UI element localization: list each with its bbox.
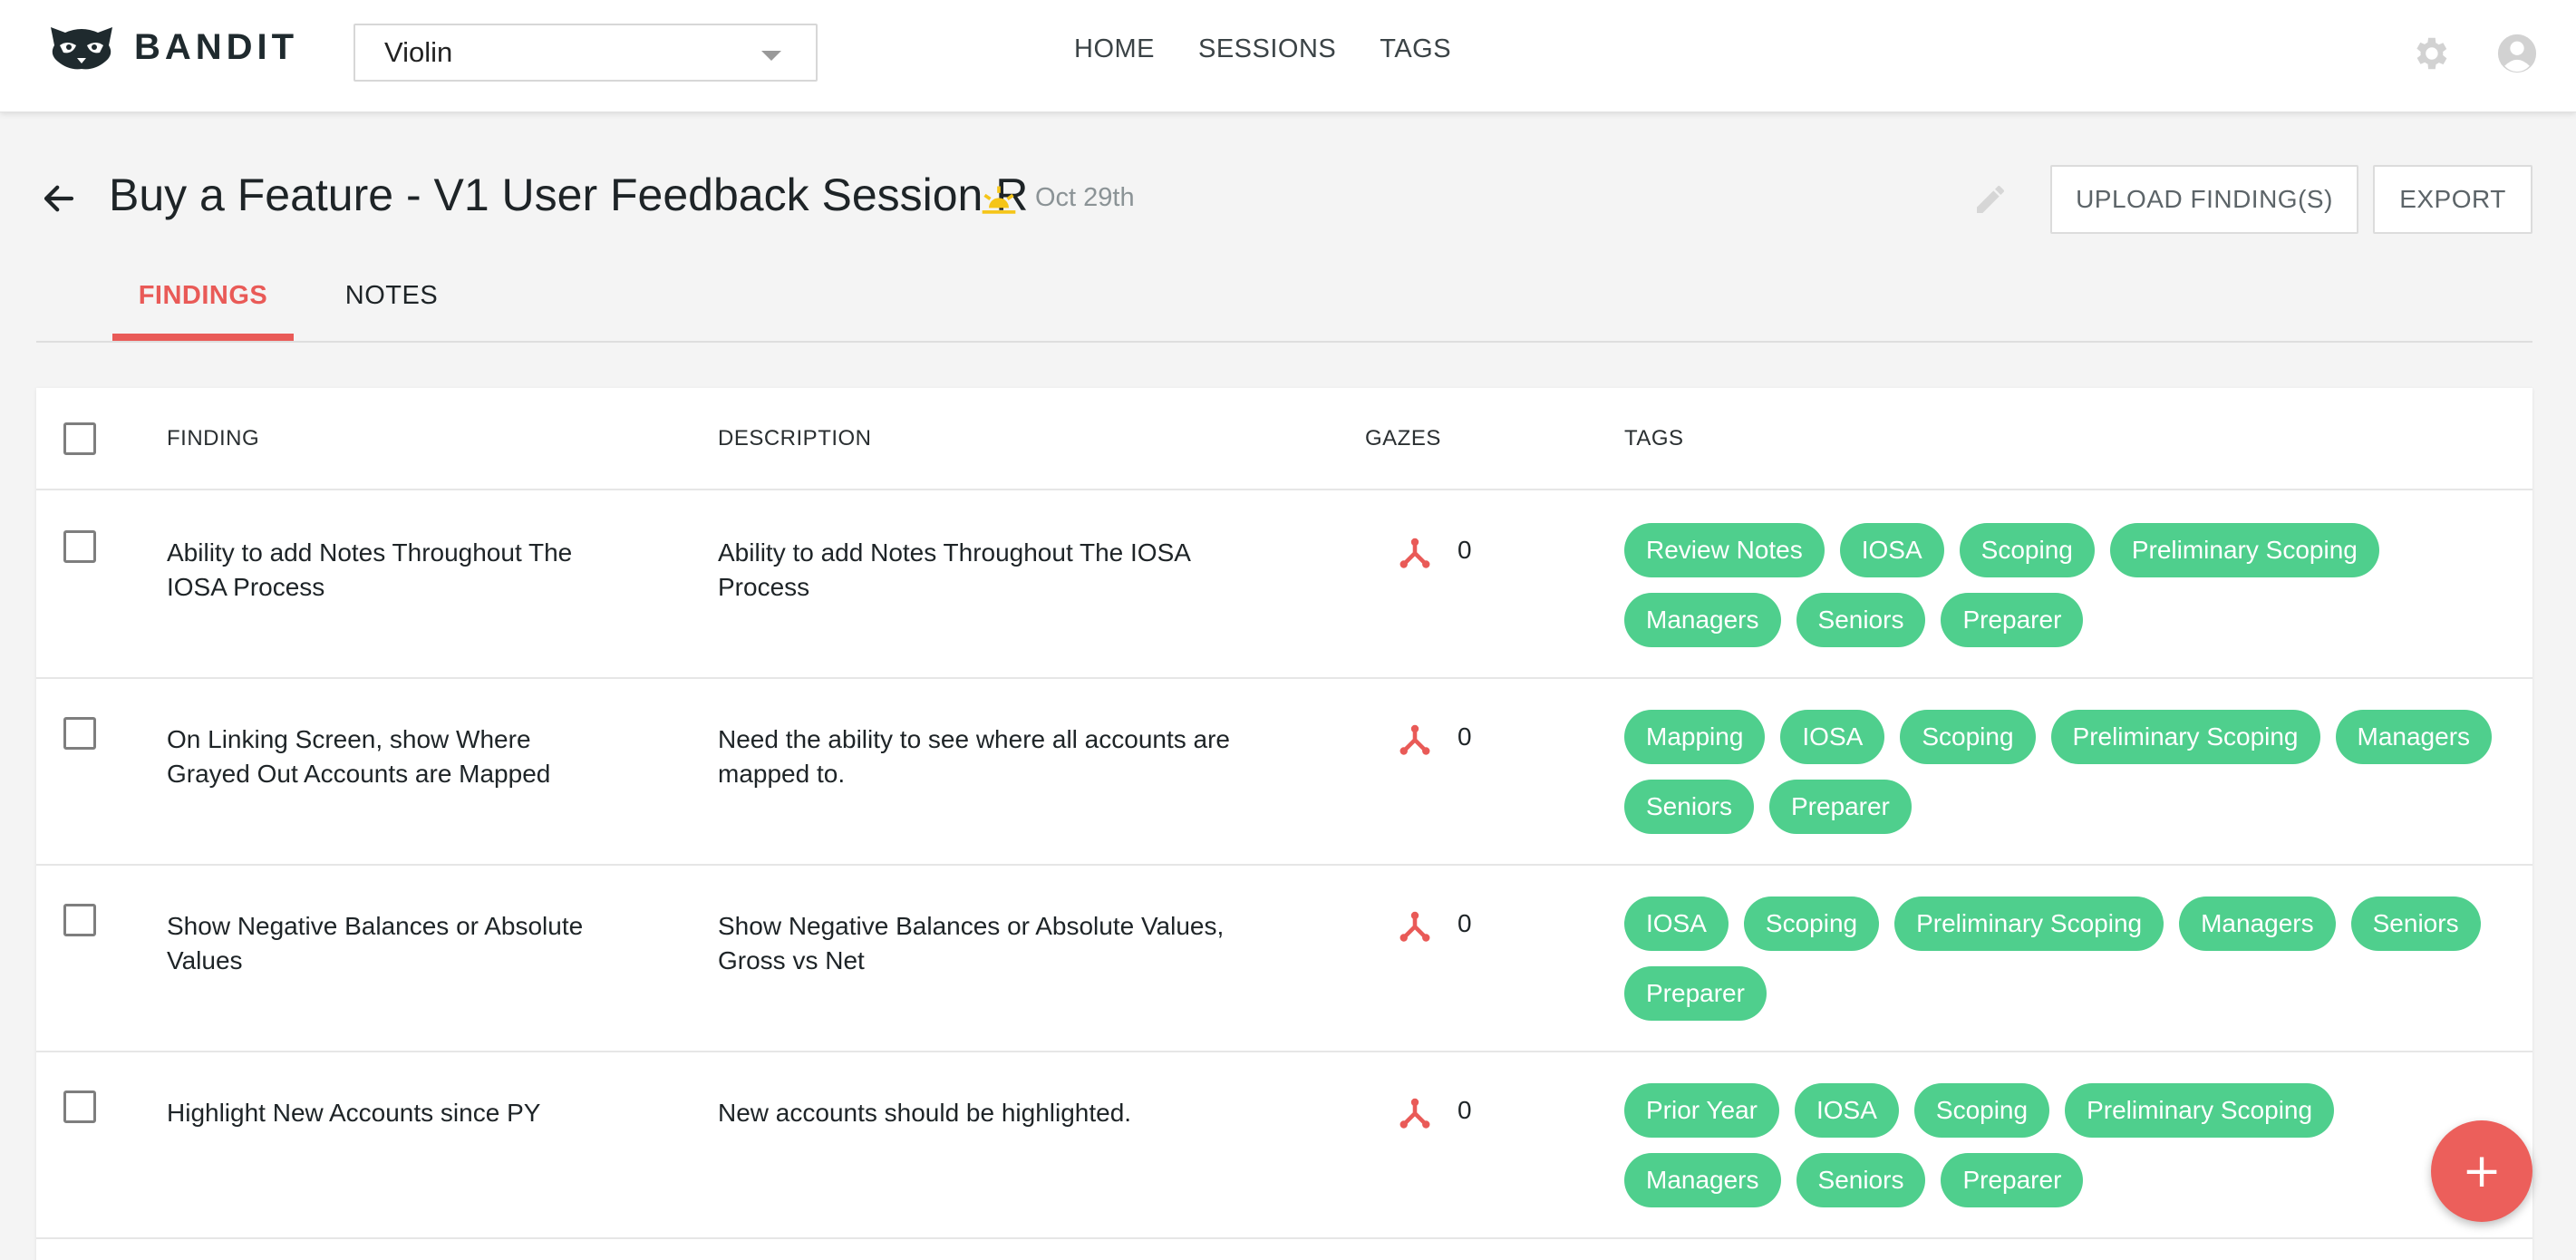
project-select[interactable]: Violin (353, 24, 818, 82)
tag-chip[interactable]: IOSA (1780, 710, 1885, 764)
tag-list: Prior Year IOSA Scoping Preliminary Scoping… (1624, 1083, 2494, 1207)
column-header-tags[interactable]: TAGS (1624, 426, 1684, 451)
top-navbar: BANDIT Violin HOME SESSIONS TAGS (0, 0, 2576, 112)
tag-chip[interactable]: Preparer (1768, 780, 1912, 834)
tag-chip[interactable]: Managers (1624, 593, 1781, 647)
chevron-down-icon (761, 51, 781, 61)
table-row[interactable]: Show Negative Balances or Absolute Value… (36, 866, 2532, 1052)
tab-findings[interactable]: FINDINGS (112, 272, 294, 341)
page-title: Buy a Feature - V1 User Feedback Session… (109, 170, 1029, 220)
gaze-icon (1399, 538, 1430, 568)
tab-notes[interactable]: NOTES (328, 272, 455, 341)
finding-title[interactable]: Show Negative Balances or Absolute Value… (167, 909, 593, 978)
logo-text: BANDIT (134, 26, 299, 67)
row-checkbox[interactable] (63, 1090, 96, 1123)
tag-chip[interactable]: Managers (2335, 710, 2493, 764)
select-all-checkbox[interactable] (63, 422, 96, 455)
tag-list: IOSA Scoping Preliminary Scoping Managers Se… (1624, 897, 2494, 1021)
finding-title[interactable]: Highlight New Accounts since PY (167, 1096, 593, 1130)
raccoon-logo-icon (51, 27, 112, 70)
tag-chip[interactable]: Managers (2179, 897, 2336, 951)
row-checkbox[interactable] (63, 904, 96, 936)
session-tabs: FINDINGS NOTES (36, 263, 2532, 343)
tag-chip[interactable]: IOSA (1624, 897, 1729, 951)
tag-chip[interactable]: Preliminary Scoping (2065, 1083, 2335, 1138)
finding-description: Need the ability to see where all accoun… (718, 725, 1230, 788)
tag-chip[interactable]: Preparer (1941, 1153, 2084, 1207)
nav-sessions[interactable]: SESSIONS (1198, 34, 1336, 64)
tag-chip[interactable]: Prior Year (1624, 1083, 1779, 1138)
tag-chip[interactable]: Seniors (2350, 897, 2481, 951)
tag-chip[interactable]: Scoping (1743, 897, 1880, 951)
user-circle-icon[interactable] (2496, 33, 2538, 74)
gaze-icon (1399, 911, 1430, 942)
tag-chip[interactable]: IOSA (1794, 1083, 1899, 1138)
nav-home[interactable]: HOME (1074, 34, 1155, 64)
finding-title[interactable]: Ability to add Notes Throughout The IOSA… (167, 536, 593, 605)
gaze-icon (1399, 724, 1430, 755)
tag-chip[interactable]: Seniors (1796, 1153, 1926, 1207)
row-checkbox[interactable] (63, 717, 96, 750)
export-button[interactable]: EXPORT (2373, 165, 2532, 234)
gaze-count: 0 (1457, 722, 1472, 751)
tag-chip[interactable]: IOSA (1839, 523, 1944, 577)
gear-icon[interactable] (2409, 33, 2451, 74)
upload-findings-button[interactable]: UPLOAD FINDING(S) (2050, 165, 2358, 234)
finding-description: New accounts should be highlighted. (718, 1099, 1132, 1127)
pencil-icon[interactable] (1972, 181, 2009, 218)
table-row[interactable]: Ability to add Notes Throughout The IOSA… (36, 492, 2532, 679)
gaze-count: 0 (1457, 536, 1472, 564)
project-select-value: Violin (384, 36, 453, 68)
tag-chip[interactable]: Preliminary Scoping (2109, 523, 2379, 577)
tag-list: Review Notes IOSA Scoping Preliminary Scopi… (1624, 523, 2494, 647)
column-header-description[interactable]: DESCRIPTION (718, 426, 872, 451)
column-header-gazes[interactable]: GAZES (1365, 426, 1441, 451)
nav-tags[interactable]: TAGS (1380, 34, 1451, 64)
plus-icon: + (2462, 1144, 2502, 1198)
gaze-icon (1399, 1098, 1430, 1129)
findings-table: FINDING DESCRIPTION GAZES TAGS Ability t… (36, 388, 2532, 1260)
table-row[interactable]: Highlight New Accounts since PY New accou… (36, 1052, 2532, 1239)
tag-chip[interactable]: Scoping (1959, 523, 2095, 577)
table-row[interactable]: On Linking Screen, show Where Grayed Out… (36, 679, 2532, 866)
tag-list: Mapping IOSA Scoping Preliminary Scoping Man… (1624, 710, 2494, 834)
tag-chip[interactable]: Managers (1624, 1153, 1781, 1207)
tag-chip[interactable]: Preliminary Scoping (2050, 710, 2320, 764)
add-finding-button[interactable]: + (2431, 1120, 2532, 1222)
session-date: Oct 29th (1035, 183, 1135, 212)
tag-chip[interactable]: Preparer (1624, 966, 1767, 1021)
tag-chip[interactable]: Preliminary Scoping (1894, 897, 2164, 951)
tag-chip[interactable]: Review Notes (1624, 523, 1825, 577)
tag-chip[interactable]: Scoping (1913, 1083, 2050, 1138)
table-header: FINDING DESCRIPTION GAZES TAGS (36, 388, 2532, 490)
gaze-count: 0 (1457, 1096, 1472, 1124)
bandit-logo[interactable]: BANDIT (47, 24, 298, 71)
tag-chip[interactable]: Preparer (1941, 593, 2084, 647)
back-arrow-icon[interactable] (40, 179, 78, 218)
gaze-count: 0 (1457, 909, 1472, 937)
tag-chip[interactable]: Mapping (1624, 710, 1766, 764)
sun-horizon-icon (982, 186, 1016, 214)
row-checkbox[interactable] (63, 530, 96, 563)
tag-chip[interactable]: Scoping (1900, 710, 2036, 764)
finding-title[interactable]: On Linking Screen, show Where Grayed Out… (167, 722, 593, 791)
main-nav: HOME SESSIONS TAGS (1074, 34, 1451, 64)
finding-description: Ability to add Notes Throughout The IOSA… (718, 538, 1190, 601)
tag-chip[interactable]: Seniors (1796, 593, 1926, 647)
column-header-finding[interactable]: FINDING (167, 426, 259, 451)
tag-chip[interactable]: Seniors (1624, 780, 1754, 834)
finding-description: Show Negative Balances or Absolute Value… (718, 912, 1225, 974)
